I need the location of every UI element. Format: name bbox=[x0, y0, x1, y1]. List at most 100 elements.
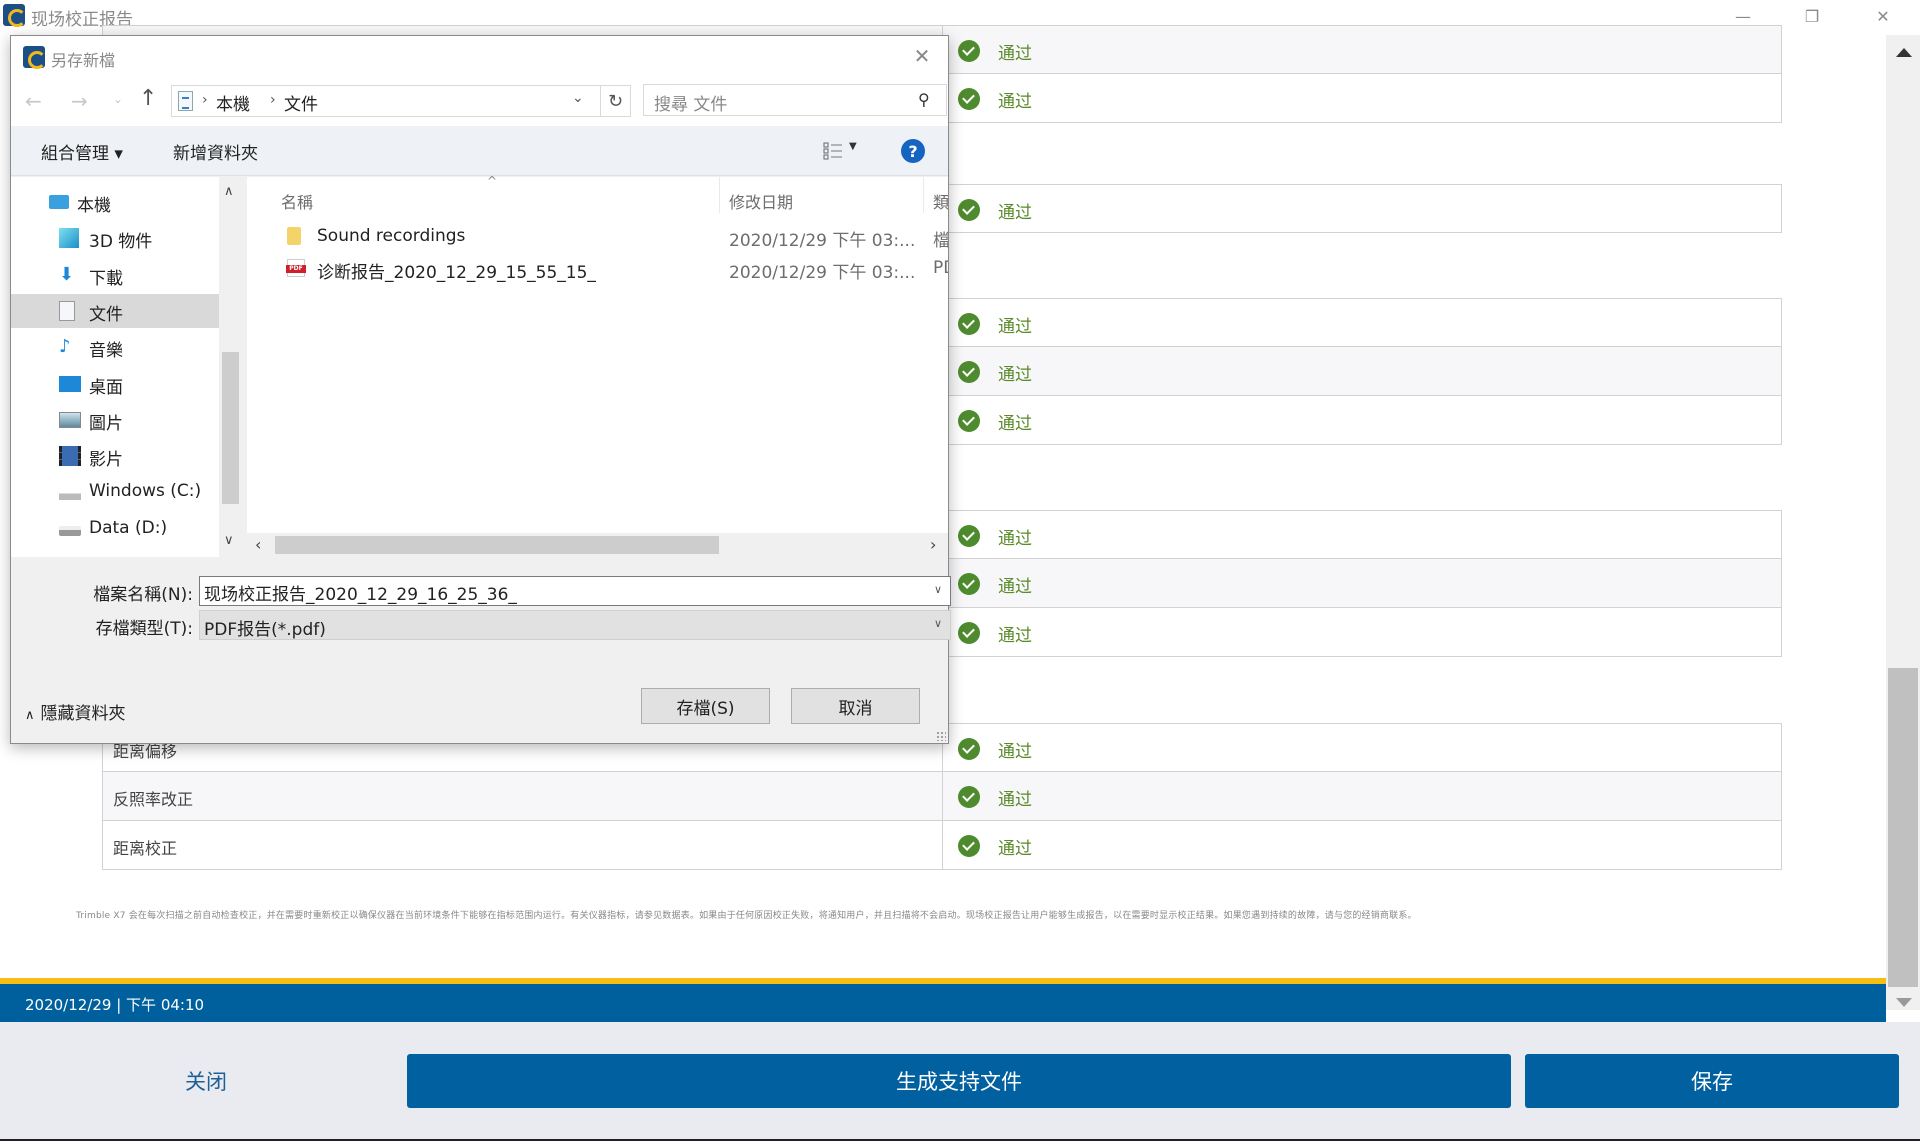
file-row[interactable]: Sound recordings 2020/12/29 下午 03:... 檔案 bbox=[247, 221, 948, 253]
search-input[interactable]: 搜尋 文件 ⚲ bbox=[643, 84, 947, 116]
address-bar[interactable]: › 本機 › 文件 ⌄ bbox=[171, 85, 601, 117]
nav-item[interactable]: 圖片 bbox=[11, 403, 219, 437]
check-result: 通过 bbox=[998, 44, 1032, 64]
check-result: 通过 bbox=[998, 790, 1032, 810]
column-divider bbox=[942, 821, 943, 869]
nav-item-label: 影片 bbox=[89, 450, 123, 471]
report-row: 距离校正 通过 bbox=[102, 821, 1782, 870]
nav-item-label: 文件 bbox=[89, 304, 123, 325]
chevron-up-icon: ∧ bbox=[25, 708, 35, 723]
hide-folders-toggle[interactable]: ∧ 隱藏資料夾 bbox=[25, 699, 126, 724]
breadcrumb-this-pc[interactable]: 本機 bbox=[216, 90, 250, 115]
nav-item[interactable]: Windows (C:) bbox=[11, 475, 219, 509]
app-logo-icon bbox=[3, 4, 26, 27]
check-result: 通过 bbox=[998, 742, 1032, 762]
navigation-pane-scrollbar-thumb[interactable] bbox=[222, 352, 239, 504]
forward-arrow-icon[interactable]: → bbox=[71, 89, 88, 113]
up-arrow-icon[interactable]: ↑ bbox=[139, 86, 157, 111]
close-button[interactable]: 关闭 bbox=[100, 1054, 312, 1108]
address-dropdown-chevron-icon[interactable]: ⌄ bbox=[572, 90, 584, 106]
dialog-close-button[interactable]: ✕ bbox=[906, 42, 938, 70]
pdf-icon: PDF bbox=[286, 259, 306, 277]
check-circle-icon bbox=[958, 738, 980, 760]
navigation-pane: 本機 3D 物件 ⬇ 下載文件 ♪ 音樂桌面圖片影片 Windows (C:) Data (D… bbox=[11, 177, 229, 557]
file-modified: 2020/12/29 下午 03:... bbox=[729, 263, 916, 283]
scroll-down-chevron-icon[interactable]: ∨ bbox=[224, 533, 234, 548]
nav-item[interactable]: ♪ 音樂 bbox=[11, 330, 219, 364]
column-header-name[interactable]: 名稱 bbox=[281, 189, 313, 213]
file-name-dropdown-chevron-icon[interactable]: ∨ bbox=[934, 583, 942, 596]
nav-item-label: 音樂 bbox=[89, 341, 123, 362]
scroll-up-chevron-icon[interactable]: ∧ bbox=[224, 184, 234, 199]
check-circle-icon bbox=[958, 786, 980, 808]
nav-item-label: 本機 bbox=[77, 196, 111, 216]
check-result: 通过 bbox=[998, 414, 1032, 434]
back-arrow-icon[interactable]: ← bbox=[25, 89, 42, 113]
column-header-type[interactable]: 類型 bbox=[933, 189, 948, 213]
breadcrumb-documents[interactable]: 文件 bbox=[284, 90, 318, 115]
file-name: Sound recordings bbox=[317, 226, 466, 246]
horizontal-scrollbar[interactable]: ‹ › bbox=[247, 533, 948, 557]
nav-item[interactable]: 影片 bbox=[11, 439, 219, 473]
file-type-label: 存檔類型(T): bbox=[95, 619, 193, 639]
desktop-icon bbox=[59, 375, 81, 392]
check-result: 通过 bbox=[998, 317, 1032, 337]
nav-item[interactable]: ⬇ 下載 bbox=[11, 258, 219, 292]
documents-icon bbox=[178, 91, 193, 111]
nav-item[interactable]: 桌面 bbox=[11, 367, 219, 401]
column-divider[interactable] bbox=[923, 177, 924, 213]
navigation-bar: ← → ⌄ ↑ › 本機 › 文件 ⌄ ↻ 搜尋 文件 ⚲ bbox=[11, 76, 948, 126]
resize-grip[interactable] bbox=[936, 731, 946, 741]
refresh-icon[interactable]: ↻ bbox=[601, 85, 631, 117]
scroll-down-arrow-icon[interactable] bbox=[1896, 998, 1912, 1007]
status-datetime: 2020/12/29 | 下午 04:10 bbox=[25, 996, 205, 1014]
scroll-up-arrow-icon[interactable] bbox=[1896, 48, 1912, 57]
folder-icon bbox=[287, 227, 301, 245]
nav-item-label: 桌面 bbox=[89, 377, 123, 398]
check-circle-icon bbox=[958, 410, 980, 432]
file-list: 名稱 修改日期 類型 Sound recordings 2020/12/29 下午… bbox=[247, 177, 948, 557]
help-icon[interactable]: ? bbox=[901, 139, 925, 163]
nav-item-label: 下載 bbox=[89, 268, 123, 289]
view-dropdown-arrow-icon[interactable]: ▼ bbox=[849, 141, 857, 152]
column-header-modified[interactable]: 修改日期 bbox=[729, 189, 793, 213]
sort-ascending-icon: ^ bbox=[487, 174, 498, 188]
check-name: 反照率改正 bbox=[113, 790, 194, 809]
column-divider[interactable] bbox=[719, 177, 720, 213]
horizontal-scrollbar-thumb[interactable] bbox=[275, 536, 719, 554]
file-modified: 2020/12/29 下午 03:... bbox=[729, 231, 916, 251]
check-circle-icon bbox=[958, 313, 980, 335]
nav-item[interactable]: Data (D:) bbox=[11, 512, 219, 546]
scroll-left-chevron-icon[interactable]: ‹ bbox=[255, 535, 261, 554]
vertical-scrollbar-thumb[interactable] bbox=[1888, 668, 1918, 987]
dialog-cancel-button[interactable]: 取消 bbox=[791, 688, 920, 724]
restore-button[interactable]: ❐ bbox=[1782, 0, 1842, 32]
report-note: Trimble X7 会在每次扫描之前自动检查校正，并在需要时重新校正以确保仪器… bbox=[76, 911, 1417, 921]
file-type-dropdown-chevron-icon[interactable]: ∨ bbox=[934, 617, 942, 630]
check-result: 通过 bbox=[998, 365, 1032, 385]
close-window-button[interactable]: ✕ bbox=[1853, 0, 1913, 32]
save-button[interactable]: 保存 bbox=[1525, 1054, 1899, 1108]
file-name-input[interactable]: 现场校正报告_2020_12_29_16_25_36_ ∨ bbox=[199, 576, 951, 606]
computer-icon bbox=[49, 195, 69, 209]
new-folder-button[interactable]: 新增資料夾 bbox=[173, 139, 258, 164]
file-type-select[interactable]: PDF报告(*.pdf) ∨ bbox=[199, 610, 951, 640]
generate-support-files-button[interactable]: 生成支持文件 bbox=[407, 1054, 1511, 1108]
status-bar: 2020/12/29 | 下午 04:10 bbox=[0, 984, 1886, 1022]
organize-menu[interactable]: 組合管理 ▾ bbox=[41, 139, 123, 164]
view-options-icon[interactable] bbox=[823, 141, 843, 161]
file-row[interactable]: PDF 诊断报告_2020_12_29_15_55_15_ 2020/12/29 下… bbox=[247, 253, 948, 285]
nav-item[interactable]: 3D 物件 bbox=[11, 221, 219, 255]
check-result: 通过 bbox=[998, 839, 1032, 859]
check-result: 通过 bbox=[998, 577, 1032, 597]
recent-locations-chevron-icon[interactable]: ⌄ bbox=[113, 92, 123, 106]
scroll-right-chevron-icon[interactable]: › bbox=[930, 535, 936, 554]
file-name: 诊断报告_2020_12_29_15_55_15_ bbox=[317, 263, 596, 283]
drive-icon bbox=[59, 525, 81, 536]
nav-item-label: 圖片 bbox=[89, 413, 123, 434]
nav-item[interactable]: 本機 bbox=[11, 185, 219, 219]
nav-item[interactable]: 文件 bbox=[11, 293, 219, 328]
file-name-value[interactable]: 现场校正报告_2020_12_29_16_25_36_ bbox=[204, 580, 517, 605]
check-circle-icon bbox=[958, 199, 980, 221]
dialog-save-button[interactable]: 存檔(S) bbox=[641, 688, 770, 724]
